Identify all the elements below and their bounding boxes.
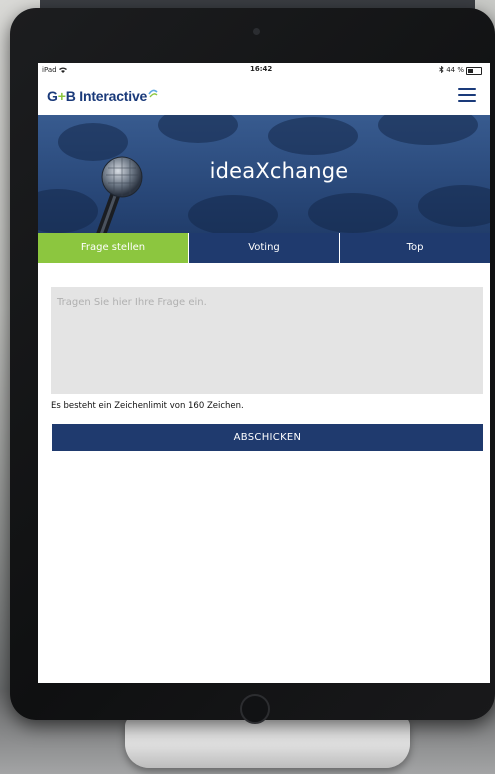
tab-frage-stellen[interactable]: Frage stellen xyxy=(38,233,188,263)
tab-bar: Frage stellen Voting Top xyxy=(38,233,490,263)
camera-icon xyxy=(253,28,260,35)
banner-title: ideaXchange xyxy=(209,159,349,183)
tablet-stand xyxy=(125,716,410,768)
carrier-label: iPad xyxy=(42,66,67,74)
tab-voting[interactable]: Voting xyxy=(188,233,339,263)
battery-fill xyxy=(468,69,474,73)
app-screen: iPad 16:42 44 % G+B Interactive ideaXcha… xyxy=(38,63,490,683)
wifi-icon xyxy=(58,67,67,73)
question-input[interactable] xyxy=(51,287,483,394)
gb-interactive-logo[interactable]: G+B Interactive xyxy=(47,88,158,104)
battery-percentage: 44 % xyxy=(439,65,464,74)
hamburger-menu-icon[interactable] xyxy=(458,87,476,103)
clock: 16:42 xyxy=(250,65,273,73)
tab-top[interactable]: Top xyxy=(339,233,490,263)
tablet-device: iPad 16:42 44 % G+B Interactive ideaXcha… xyxy=(10,8,495,724)
bluetooth-icon xyxy=(439,65,444,74)
char-limit-hint: Es besteht ein Zeichenlimit von 160 Zeic… xyxy=(51,401,244,411)
status-bar: iPad 16:42 44 % xyxy=(38,63,490,77)
hero-banner: ideaXchange xyxy=(38,115,490,233)
battery-icon xyxy=(466,67,482,75)
app-header: G+B Interactive xyxy=(38,77,490,115)
logo-swirl-icon xyxy=(148,89,158,98)
submit-button[interactable]: ABSCHICKEN xyxy=(52,424,483,451)
home-button[interactable] xyxy=(240,694,270,724)
